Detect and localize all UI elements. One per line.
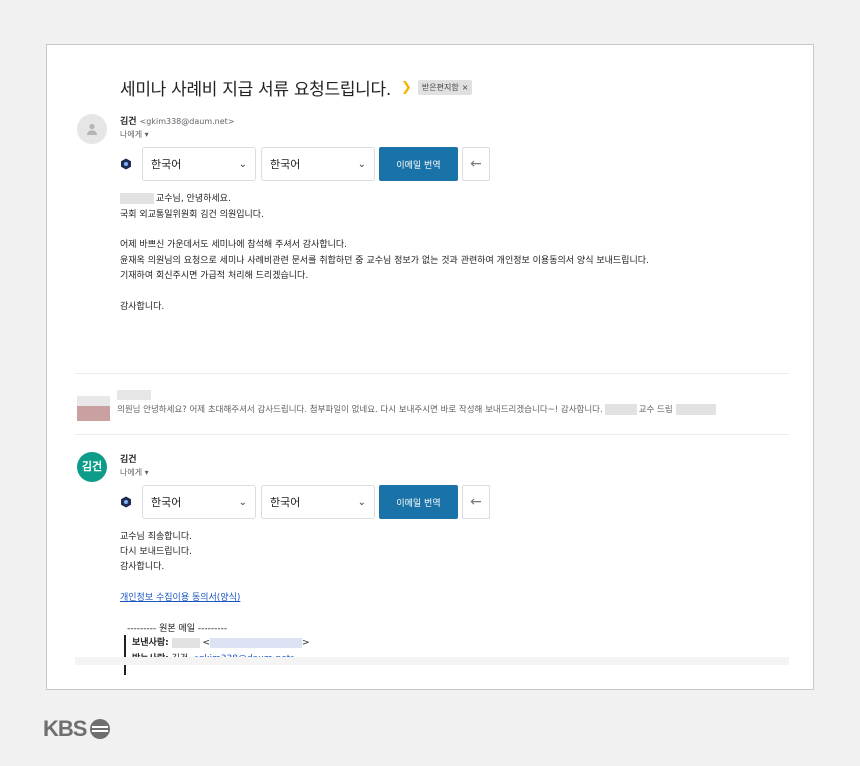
bracket-close: > — [302, 638, 310, 648]
message3-sender: 김건 — [120, 452, 137, 465]
redacted-date — [675, 404, 716, 415]
body-line: 교수님 죄송합니다. — [120, 532, 192, 542]
message-divider — [75, 373, 789, 374]
chevron-down-icon: ⌄ — [238, 496, 247, 508]
sender-email: <gkim338@daum.net> — [139, 117, 235, 126]
scroll-fade — [75, 657, 789, 665]
body-text: 교수님, 안녕하세요. — [156, 194, 231, 204]
recipient-dropdown[interactable]: 나에게 ▾ — [120, 467, 149, 478]
redacted-name — [171, 637, 200, 648]
translate-logo-icon — [121, 158, 131, 170]
recipient-dropdown[interactable]: 나에게 ▾ — [120, 129, 149, 140]
chevron-down-icon: ⌄ — [357, 496, 366, 508]
translate-email-button[interactable]: 이메일 번역 — [379, 147, 458, 181]
source-language-value: 한국어 — [151, 496, 182, 509]
body-line: 어제 바쁘신 가운데서도 세미나에 참석해 주셔서 감사합니다. — [120, 240, 348, 250]
redacted-name — [604, 404, 637, 415]
body-line: 감사합니다. — [120, 562, 165, 572]
body-line: 윤재옥 의원님의 요청으로 세미나 사례비관련 문서를 취합하던 중 교수님 정… — [120, 256, 649, 266]
quoted-original: 보낸사람: <> 받는사람: 김건 <gkim338@daum.net> — [124, 635, 310, 675]
body-line: 감사합니다. — [120, 302, 165, 312]
source-language-select[interactable]: 한국어 ⌄ — [142, 485, 256, 519]
chevron-down-icon: ⌄ — [238, 158, 247, 170]
original-mail-header: --------- 원본 메일 --------- — [127, 624, 228, 634]
redacted-email — [210, 637, 303, 648]
subject-row: 세미나 사례비 지급 서류 요청드립니다. ❯ 받은편지함 × — [120, 75, 473, 100]
translate-logo-icon — [121, 496, 131, 508]
kbs-logo-text: KBS — [43, 716, 87, 741]
snippet-text: 의원님 안녕하세요? 어제 초대해주셔서 감사드립니다. 첨부파일이 없네요. … — [117, 405, 603, 415]
target-language-value: 한국어 — [270, 496, 301, 509]
collapsed-sender-avatar[interactable] — [77, 396, 110, 421]
message-divider — [75, 434, 789, 435]
quoted-from-line: 보낸사람: < > — [132, 635, 310, 651]
back-arrow-icon[interactable]: ← — [462, 147, 490, 181]
sender-name[interactable]: 김건 — [120, 117, 137, 127]
email-subject: 세미나 사례비 지급 서류 요청드립니다. — [120, 80, 391, 100]
source-language-value: 한국어 — [151, 158, 182, 171]
body-line: 기재하여 회신주시면 가급적 처리해 드리겠습니다. — [120, 271, 309, 281]
remove-label-icon[interactable]: × — [462, 83, 469, 92]
attachment-link[interactable]: 개인정보 수집이용 동의서(양식) — [120, 590, 240, 603]
sender-avatar[interactable]: 김건 — [77, 452, 107, 482]
from-label: 보낸사람: — [132, 638, 169, 648]
source-language-select[interactable]: 한국어 ⌄ — [142, 147, 256, 181]
kbs-logo-mark-icon — [90, 719, 111, 739]
redacted-name — [120, 193, 154, 204]
inbox-label-chip[interactable]: 받은편지함 × — [417, 80, 473, 95]
sender-name[interactable]: 김건 — [120, 455, 137, 465]
person-icon — [87, 123, 97, 135]
message1-sender: 김건 <gkim338@daum.net> — [120, 114, 234, 127]
target-language-select[interactable]: 한국어 ⌄ — [261, 485, 375, 519]
bracket-open: < — [202, 638, 211, 648]
sender-avatar-placeholder[interactable] — [77, 114, 107, 144]
back-arrow-icon[interactable]: ← — [462, 485, 490, 519]
target-language-value: 한국어 — [270, 158, 301, 171]
body-line: 국회 외교통일위원회 김건 의원입니다. — [120, 210, 264, 220]
body-line: 교수님, 안녕하세요. — [120, 191, 231, 204]
snippet-tail: 교수 드림 — [638, 405, 673, 415]
collapsed-message-snippet[interactable]: 의원님 안녕하세요? 어제 초대해주셔서 감사드립니다. 첨부파일이 없네요. … — [117, 403, 716, 415]
email-viewer: 세미나 사례비 지급 서류 요청드립니다. ❯ 받은편지함 × 김건 <gkim33… — [46, 44, 814, 690]
translate-email-button[interactable]: 이메일 번역 — [379, 485, 458, 519]
inbox-label-text: 받은편지함 — [421, 83, 459, 92]
translate-bar: 한국어 ⌄ 한국어 ⌄ 이메일 번역 ← — [120, 485, 490, 519]
redacted-sender-name — [117, 390, 151, 400]
translate-bar: 한국어 ⌄ 한국어 ⌄ 이메일 번역 ← — [120, 147, 490, 181]
kbs-logo: KBS — [43, 716, 111, 742]
chevron-down-icon: ⌄ — [357, 158, 366, 170]
importance-arrow-icon[interactable]: ❯ — [401, 80, 412, 95]
target-language-select[interactable]: 한국어 ⌄ — [261, 147, 375, 181]
body-line: 다시 보내드립니다. — [120, 547, 192, 557]
